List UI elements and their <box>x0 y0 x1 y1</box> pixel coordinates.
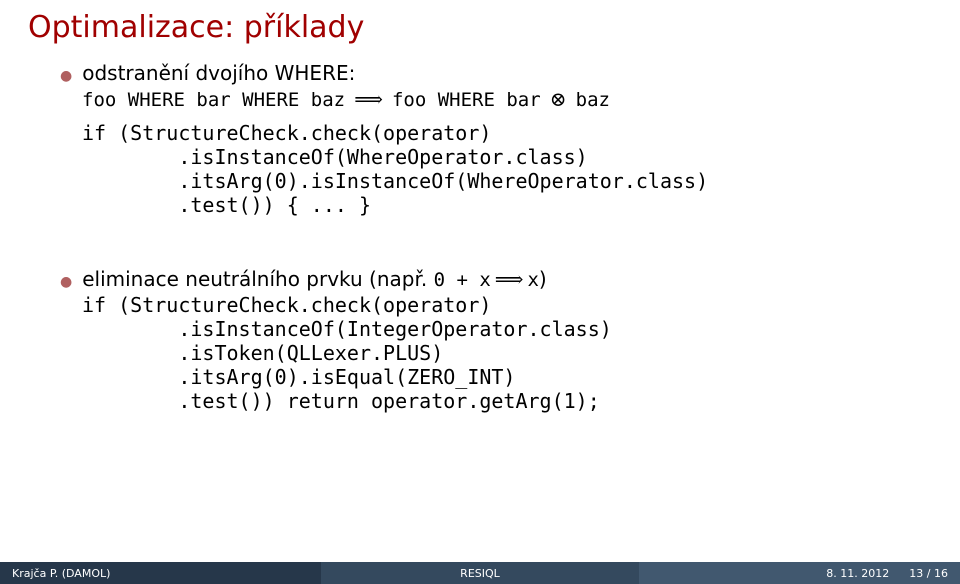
code-block-1: if (StructureCheck.check(operator) .isIn… <box>60 121 900 217</box>
slide-title: Optimalizace: příklady <box>0 0 960 51</box>
footer-author: Krajča P. (DAMOL) <box>0 562 321 584</box>
arrow-icon: ⟹ <box>350 87 387 111</box>
bullet-1-head-text: odstranění dvojího WHERE: <box>82 61 355 85</box>
bullet-dot-icon: ● <box>60 275 72 289</box>
bullet-2-head-wrap: eliminace neutrálního prvku (např. 0 + x… <box>82 267 547 291</box>
expr2-right: x <box>527 269 538 291</box>
footer-date: 8. 11. 2012 <box>826 567 889 580</box>
bullet-1-head: ● odstranění dvojího WHERE: <box>60 61 900 85</box>
expr-right: foo WHERE bar <box>392 89 541 111</box>
footer-right: 8. 11. 2012 13 / 16 <box>639 562 960 584</box>
slide: Optimalizace: příklady ● odstranění dvoj… <box>0 0 960 584</box>
footer-page: 13 / 16 <box>909 567 948 580</box>
footer-title: RESIQL <box>321 562 639 584</box>
bullet-1: ● odstranění dvojího WHERE: foo WHERE ba… <box>60 61 900 217</box>
arrow-icon: ⟹ <box>491 267 528 291</box>
bullet-2-head: ● eliminace neutrálního prvku (např. 0 +… <box>60 267 900 291</box>
bullet-dot-icon: ● <box>60 69 72 83</box>
footer: Krajča P. (DAMOL) RESIQL 8. 11. 2012 13 … <box>0 562 960 584</box>
expr-left: foo WHERE bar WHERE baz <box>82 89 345 111</box>
bullet-2-head-b: ) <box>539 267 547 291</box>
expr-right-tail: baz <box>576 89 610 111</box>
otimes-icon: ⊗ <box>546 87 571 111</box>
expr2-left: 0 + x <box>434 269 491 291</box>
bullet-2-head-a: eliminace neutrálního prvku (např. <box>82 267 433 291</box>
slide-content: ● odstranění dvojího WHERE: foo WHERE ba… <box>0 51 960 413</box>
code-block-2: if (StructureCheck.check(operator) .isIn… <box>60 293 900 413</box>
bullet-1-expr: foo WHERE bar WHERE baz ⟹ foo WHERE bar … <box>60 87 900 111</box>
bullet-2: ● eliminace neutrálního prvku (např. 0 +… <box>60 267 900 413</box>
